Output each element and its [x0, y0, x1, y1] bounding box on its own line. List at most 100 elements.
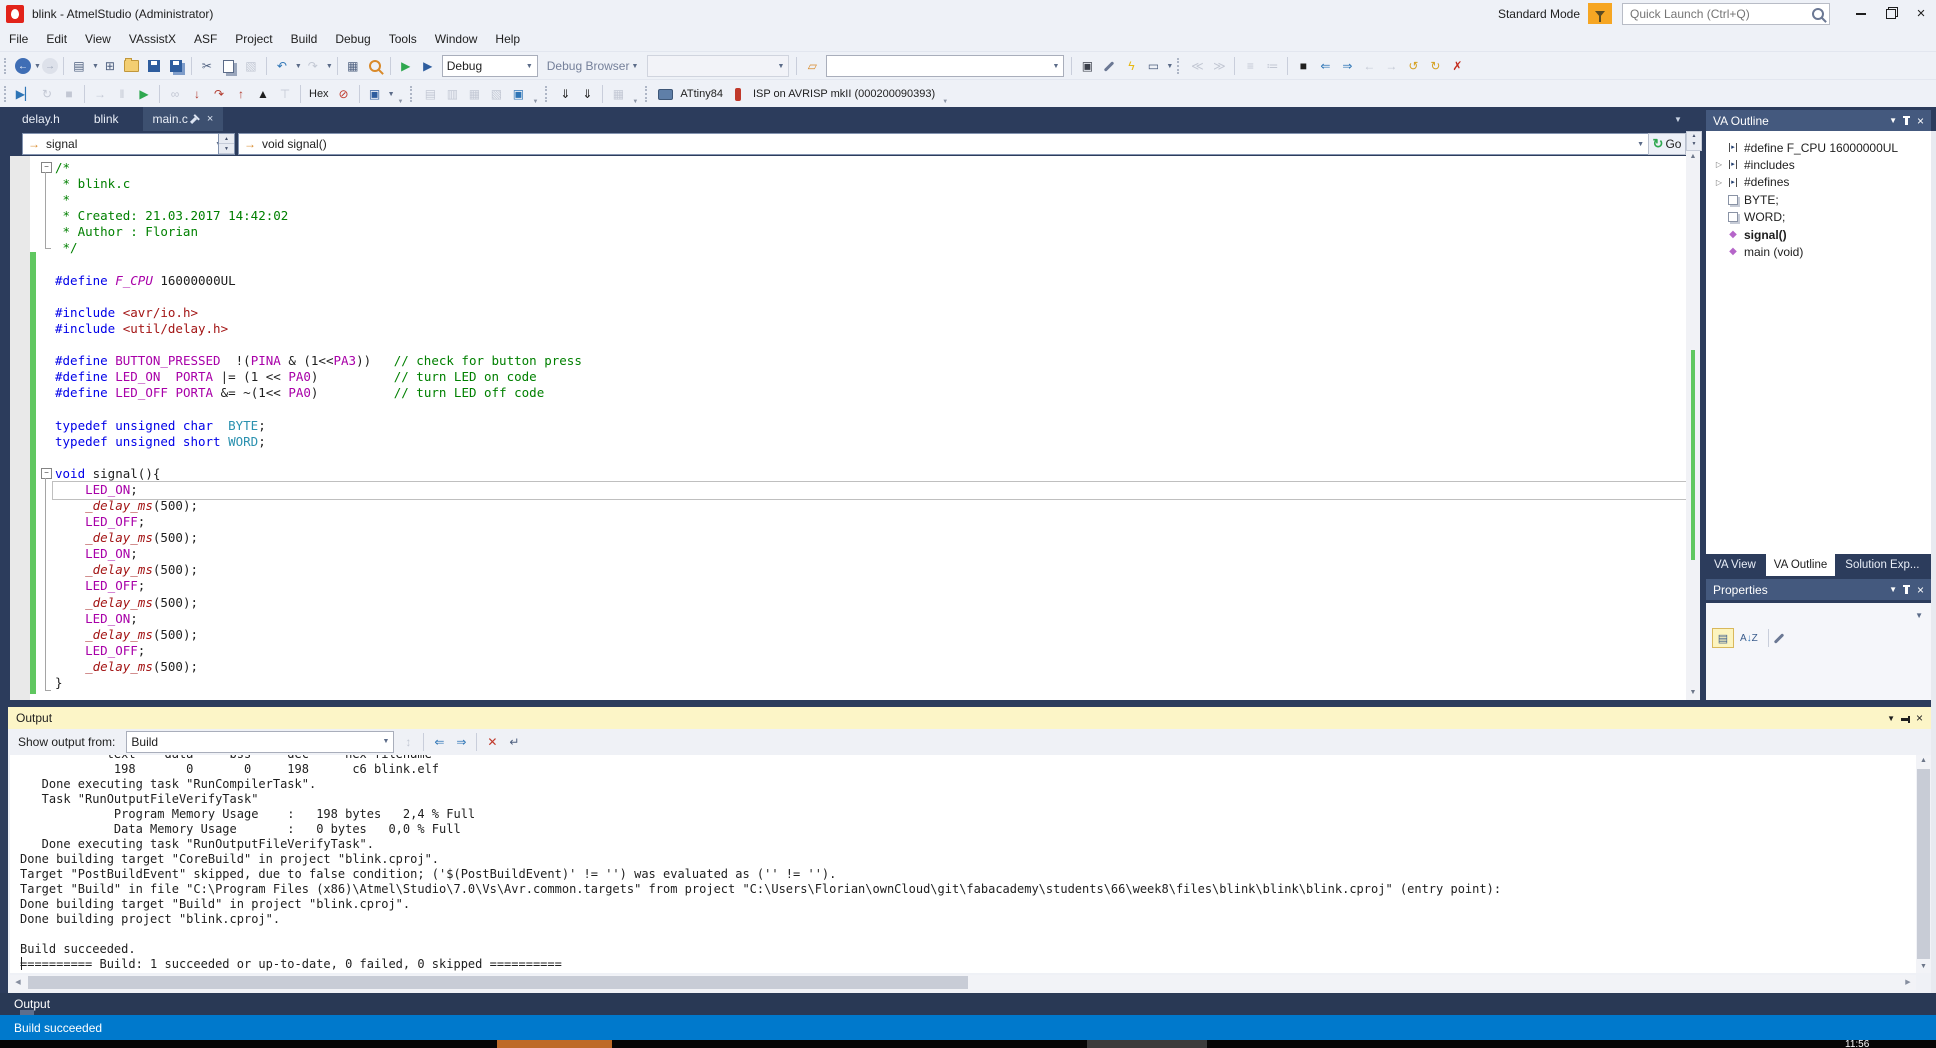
copy-button[interactable]	[219, 56, 239, 76]
panel-tab-solution-exp-[interactable]: Solution Exp...	[1837, 554, 1927, 576]
new-file-button[interactable]: ▤	[69, 56, 89, 76]
quickwatch-button[interactable]: ∞	[165, 84, 185, 104]
menu-asf[interactable]: ASF	[185, 32, 226, 46]
close-icon[interactable]: ×	[1917, 583, 1924, 597]
redo-button[interactable]: ↷	[303, 56, 323, 76]
stop-button[interactable]: ■	[59, 84, 79, 104]
hex-toggle-button[interactable]: Hex	[309, 88, 329, 100]
window-position-icon[interactable]: ▼	[1889, 585, 1897, 594]
record-button[interactable]: ■	[1293, 56, 1313, 76]
launch-window-button[interactable]: ▭	[1143, 56, 1163, 76]
go-button[interactable]: ↻Go	[1648, 133, 1686, 155]
outline-item[interactable]: WORD;	[1706, 209, 1931, 226]
nav-prev-button[interactable]: ←	[1359, 56, 1379, 76]
device-chip-icon[interactable]	[655, 84, 675, 104]
scroll-up-icon[interactable]: ▲	[1686, 151, 1700, 163]
pin-icon[interactable]	[1901, 718, 1908, 721]
undo-button[interactable]: ↶	[272, 56, 292, 76]
scroll-up-icon[interactable]: ▲	[1916, 755, 1931, 767]
alphabetical-sort-button[interactable]: A↓Z	[1740, 633, 1758, 644]
taskbar-app-gray[interactable]	[1087, 1040, 1207, 1048]
attach-image-button[interactable]: ▣	[1077, 56, 1097, 76]
selected-programmer-label[interactable]: ISP on AVRISP mkII (000200090393)	[753, 88, 935, 100]
window-position-icon[interactable]: ▼	[1887, 714, 1895, 723]
save-all-button[interactable]	[166, 56, 186, 76]
refresh-back-button[interactable]: ↺	[1403, 56, 1423, 76]
find-in-files-button[interactable]: ▱	[802, 56, 822, 76]
output-hscrollbar[interactable]: ◀ ▶	[10, 975, 1916, 990]
window-position-icon[interactable]: ▼	[1889, 116, 1897, 125]
step-over-button[interactable]: ↷	[209, 84, 229, 104]
chevron-down-icon[interactable]: ▼	[295, 63, 302, 70]
show-next-statement-button[interactable]: →	[90, 84, 110, 104]
toolbar-grip[interactable]	[4, 86, 9, 102]
navigate-back-button[interactable]: ←	[15, 58, 31, 74]
selected-device-label[interactable]: ATtiny84	[680, 88, 723, 100]
device-programming-button[interactable]: ϟ	[1121, 56, 1141, 76]
outline-item[interactable]: ◆main (void)	[1706, 243, 1931, 260]
increase-indent-button[interactable]: ≫	[1209, 56, 1229, 76]
step-out-button[interactable]: ↑	[231, 84, 251, 104]
break-all-button[interactable]: ‖	[112, 84, 132, 104]
debug-browser-dropdown[interactable]: Debug Browser▼	[541, 59, 645, 73]
output-source-combo[interactable]: Build▼	[126, 731, 394, 753]
delete-bookmarks-button[interactable]: ✗	[1447, 56, 1467, 76]
clear-all-button[interactable]: ✕	[482, 732, 502, 752]
properties-object-combo[interactable]: ▼	[1706, 606, 1931, 624]
find-message-button[interactable]: ↕	[398, 732, 418, 752]
watch-window-button[interactable]: ▤	[420, 84, 440, 104]
document-tab-blink[interactable]: blink	[84, 107, 129, 131]
start-without-debugging-button[interactable]: ▶	[418, 56, 438, 76]
code-editor[interactable]: − − /* * blink.c * * Created: 21.03.2017…	[10, 156, 1692, 700]
nav-next-button[interactable]: →	[1381, 56, 1401, 76]
cut-button[interactable]: ✂	[197, 56, 217, 76]
close-button[interactable]: ×	[1906, 3, 1936, 25]
taskbar-app-orange[interactable]	[497, 1040, 612, 1048]
comment-button[interactable]: ≡	[1240, 56, 1260, 76]
open-file-button[interactable]	[122, 56, 142, 76]
menu-vassistx[interactable]: VAssistX	[120, 32, 185, 46]
bookmark-prev-button[interactable]: ⇐	[1315, 56, 1335, 76]
close-icon[interactable]: ×	[207, 113, 213, 125]
panel-tab-va-view[interactable]: VA View	[1706, 554, 1764, 576]
set-next-statement-button[interactable]: ⊤	[275, 84, 295, 104]
outline-item[interactable]: ▷▸#includes	[1706, 156, 1931, 173]
menu-debug[interactable]: Debug	[326, 32, 379, 46]
outline-item[interactable]: ▷▸#defines	[1706, 174, 1931, 191]
scroll-thumb[interactable]	[1917, 769, 1930, 959]
build-output-area[interactable]: text data bss dec hex filename 198 0 0 1…	[10, 755, 1916, 973]
categorized-button[interactable]: ▤	[1712, 628, 1734, 648]
code-text[interactable]: /* * blink.c * * Created: 21.03.2017 14:…	[55, 160, 582, 691]
document-tab-main-c[interactable]: main.c×	[143, 107, 224, 131]
restore-button[interactable]	[1876, 3, 1906, 25]
menu-tools[interactable]: Tools	[380, 32, 426, 46]
scroll-right-icon[interactable]: ▶	[1900, 975, 1916, 990]
output-title-bar[interactable]: Output ▼ ×	[8, 707, 1931, 729]
toolbar-grip[interactable]	[4, 58, 9, 74]
output-bottom-tab[interactable]: Output	[14, 997, 50, 1011]
outline-item[interactable]: BYTE;	[1706, 191, 1931, 208]
scroll-down-icon[interactable]: ▼	[1916, 961, 1931, 973]
run-button[interactable]: ▶	[134, 84, 154, 104]
menu-project[interactable]: Project	[226, 32, 281, 46]
menu-file[interactable]: File	[0, 32, 37, 46]
va-outline-tree[interactable]: ▸#define F_CPU 16000000UL▷▸#includes▷▸#d…	[1706, 131, 1931, 554]
processor-view-button[interactable]: ▣	[365, 84, 385, 104]
document-tab-delay-h[interactable]: delay.h	[12, 107, 70, 131]
continue-button[interactable]: ▶▏	[15, 84, 35, 104]
tree-expander-icon[interactable]: ▷	[1712, 178, 1726, 187]
solution-configuration-combo[interactable]: Debug▼	[442, 55, 538, 77]
program-flash-button[interactable]: ⇓	[555, 84, 575, 104]
quick-launch-input[interactable]	[1628, 6, 1812, 22]
chevron-down-icon[interactable]: ▼	[388, 91, 395, 98]
run-to-cursor-button[interactable]: ▲	[253, 84, 273, 104]
uncomment-button[interactable]: ≔	[1262, 56, 1282, 76]
feedback-filter-button[interactable]	[1588, 3, 1612, 24]
memory-window-button[interactable]: ▥	[442, 84, 462, 104]
io-view-button[interactable]: ▣	[508, 84, 528, 104]
member-combo[interactable]: →void signal() ▼	[238, 133, 1650, 155]
bookmark-next-button[interactable]: ⇒	[1337, 56, 1357, 76]
chevron-down-icon[interactable]: ▼	[92, 63, 99, 70]
output-vscrollbar[interactable]: ▲ ▼	[1916, 755, 1931, 973]
pin-icon[interactable]	[190, 116, 197, 123]
